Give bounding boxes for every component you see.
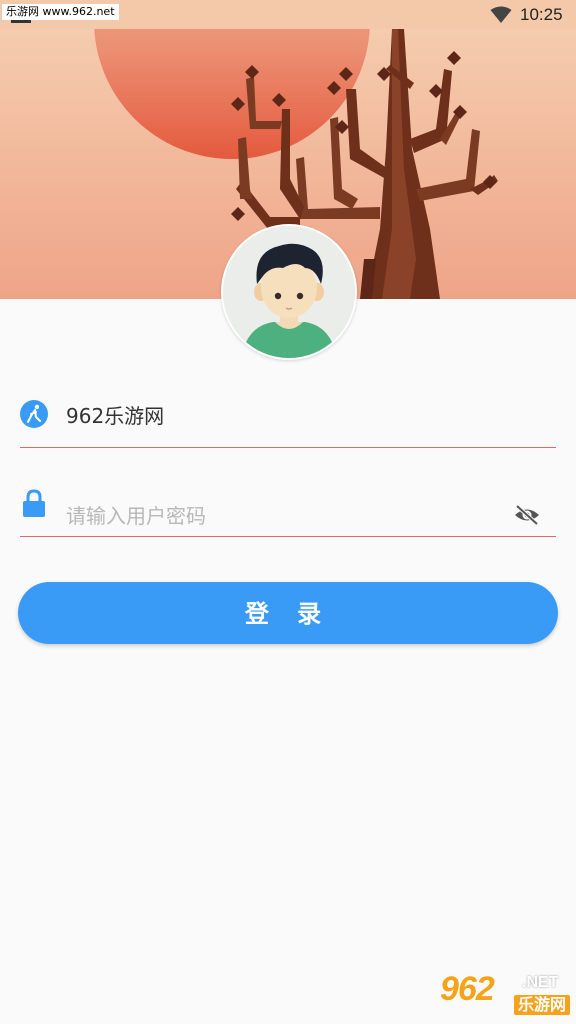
watermark-number: 962	[440, 970, 495, 1008]
watermark-top: 乐游网 www.962.net	[2, 4, 119, 20]
username-value: 962乐游网	[66, 404, 165, 428]
lock-icon	[23, 489, 45, 517]
avatar[interactable]	[221, 224, 357, 360]
status-time: 10:25	[520, 5, 563, 24]
password-field[interactable]: 请输入用户密码	[20, 478, 556, 537]
user-icon	[20, 400, 48, 428]
username-field[interactable]: 962乐游网	[20, 389, 556, 448]
watermark-logo: 962 .NET 乐游网	[438, 970, 572, 1018]
watermark-brand: 乐游网	[514, 995, 571, 1015]
notification-indicator	[11, 20, 31, 23]
watermark-domain: .NET	[522, 974, 559, 991]
status-bar: 乐游网 www.962.net 10:25	[0, 0, 576, 29]
eye-off-icon[interactable]	[514, 504, 540, 526]
avatar-image	[223, 226, 355, 358]
login-button[interactable]: 登 录	[18, 582, 558, 644]
password-placeholder: 请输入用户密码	[66, 504, 206, 528]
wifi-icon	[490, 6, 512, 23]
